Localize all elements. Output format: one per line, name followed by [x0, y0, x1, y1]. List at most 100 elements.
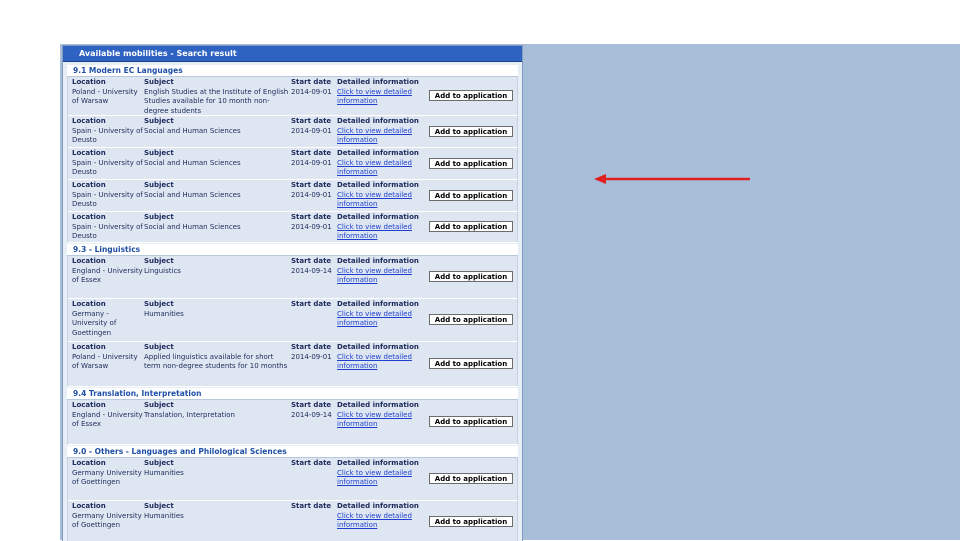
- subject-value: Social and Human Sciences: [144, 158, 241, 167]
- subject-cell: Subject Social and Human Sciences: [144, 149, 290, 168]
- window-title: Available mobilities - Search result: [63, 46, 522, 62]
- add-to-application-button[interactable]: Add to application: [429, 190, 513, 201]
- start-date-label: Start date: [291, 213, 332, 221]
- detail-cell: Detailed information Click to view detail…: [337, 257, 419, 286]
- start-date-cell: Start date 2014-09-01: [291, 343, 336, 362]
- category-section: 9.4 Translation, Interpretation Location E…: [67, 388, 518, 445]
- add-to-application-button[interactable]: Add to application: [429, 358, 513, 369]
- slide: Available mobilities - Search result 9.1…: [0, 0, 960, 541]
- view-details-link[interactable]: Click to view detailed information: [337, 159, 412, 177]
- subject-label: Subject: [144, 401, 174, 409]
- location-value: England - University of Essex: [72, 266, 143, 285]
- start-date-label: Start date: [291, 78, 332, 86]
- detail-cell: Detailed information Click to view detail…: [337, 181, 419, 210]
- category-heading: 9.1 Modern EC Languages: [67, 65, 518, 77]
- start-date-value: 2014-09-01: [291, 190, 332, 199]
- category-section: 9.1 Modern EC Languages Location Poland - …: [67, 65, 518, 243]
- view-details-link[interactable]: Click to view detailed information: [337, 88, 412, 106]
- view-details-link[interactable]: Click to view detailed information: [337, 512, 412, 530]
- detail-cell: Detailed information Click to view detail…: [337, 213, 419, 242]
- start-date-label: Start date: [291, 300, 332, 308]
- start-date-label: Start date: [291, 502, 332, 510]
- detail-label: Detailed information: [337, 78, 419, 86]
- add-to-application-button[interactable]: Add to application: [429, 221, 513, 232]
- view-details-link[interactable]: Click to view detailed information: [337, 191, 412, 209]
- start-date-cell: Start date 2014-09-14: [291, 401, 336, 420]
- start-date-cell: Start date 2014-09-01: [291, 181, 336, 200]
- detail-cell: Detailed information Click to view detail…: [337, 459, 419, 488]
- detail-label: Detailed information: [337, 149, 419, 157]
- add-to-application-button[interactable]: Add to application: [429, 473, 513, 484]
- add-to-application-button[interactable]: Add to application: [429, 271, 513, 282]
- subject-value: Social and Human Sciences: [144, 222, 241, 231]
- subject-value: Applied linguistics available for short …: [144, 352, 288, 371]
- detail-cell: Detailed information Click to view detail…: [337, 78, 419, 107]
- start-date-cell: Start date 2014-09-14: [291, 257, 336, 276]
- subject-cell: Subject Linguistics: [144, 257, 290, 276]
- location-cell: Location England - University of Essex: [72, 257, 144, 286]
- start-date-cell: Start date: [291, 459, 336, 469]
- location-label: Location: [72, 401, 106, 409]
- detail-cell: Detailed information Click to view detail…: [337, 401, 419, 430]
- location-value: Germany University of Goettingen: [72, 511, 142, 530]
- subject-value: Humanities: [144, 511, 184, 520]
- location-cell: Location Germany University of Goettingen: [72, 459, 144, 488]
- location-cell: Location Germany University of Goettingen: [72, 502, 144, 531]
- view-details-link[interactable]: Click to view detailed information: [337, 353, 412, 371]
- location-cell: Location Spain - University of Deusto: [72, 213, 144, 242]
- location-cell: Location Spain - University of Deusto: [72, 149, 144, 178]
- subject-label: Subject: [144, 502, 174, 510]
- subject-value: Humanities: [144, 468, 184, 477]
- subject-label: Subject: [144, 257, 174, 265]
- location-value: Spain - University of Deusto: [72, 126, 143, 145]
- detail-label: Detailed information: [337, 459, 419, 467]
- result-row: Location Spain - University of Deusto Subj…: [67, 212, 518, 243]
- location-label: Location: [72, 343, 106, 351]
- view-details-link[interactable]: Click to view detailed information: [337, 310, 412, 328]
- view-details-link[interactable]: Click to view detailed information: [337, 469, 412, 487]
- result-row: Location England - University of Essex Sub…: [67, 256, 518, 299]
- start-date-value: 2014-09-01: [291, 87, 332, 96]
- subject-cell: Subject Translation, Interpretation: [144, 401, 290, 420]
- subject-cell: Subject Social and Human Sciences: [144, 117, 290, 136]
- location-cell: Location Poland - University of Warsaw: [72, 343, 144, 372]
- location-label: Location: [72, 213, 106, 221]
- subject-label: Subject: [144, 181, 174, 189]
- category-heading: 9.3 - Linguistics: [67, 244, 518, 256]
- subject-label: Subject: [144, 117, 174, 125]
- subject-value: Translation, Interpretation: [144, 410, 235, 419]
- view-details-link[interactable]: Click to view detailed information: [337, 127, 412, 145]
- location-label: Location: [72, 78, 106, 86]
- add-to-application-button[interactable]: Add to application: [429, 516, 513, 527]
- subject-cell: Subject Humanities: [144, 459, 290, 478]
- start-date-cell: Start date 2014-09-01: [291, 149, 336, 168]
- start-date-cell: Start date: [291, 502, 336, 512]
- view-details-link[interactable]: Click to view detailed information: [337, 267, 412, 285]
- add-to-application-button[interactable]: Add to application: [429, 416, 513, 427]
- start-date-value: 2014-09-14: [291, 266, 332, 275]
- add-to-application-button[interactable]: Add to application: [429, 314, 513, 325]
- location-label: Location: [72, 502, 106, 510]
- detail-label: Detailed information: [337, 181, 419, 189]
- location-value: Spain - University of Deusto: [72, 190, 143, 209]
- add-to-application-button[interactable]: Add to application: [429, 90, 513, 101]
- category-section: 9.3 - Linguistics Location England - Unive…: [67, 244, 518, 387]
- result-row: Location Spain - University of Deusto Subj…: [67, 180, 518, 212]
- subject-value: Social and Human Sciences: [144, 190, 241, 199]
- detail-label: Detailed information: [337, 502, 419, 510]
- location-label: Location: [72, 181, 106, 189]
- location-cell: Location Germany - University of Goetting…: [72, 300, 144, 338]
- add-to-application-button[interactable]: Add to application: [429, 158, 513, 169]
- start-date-cell: Start date: [291, 300, 336, 310]
- subject-value: Humanities: [144, 309, 184, 318]
- view-details-link[interactable]: Click to view detailed information: [337, 411, 412, 429]
- subject-value: English Studies at the Institute of Engl…: [144, 87, 289, 115]
- detail-cell: Detailed information Click to view detail…: [337, 117, 419, 146]
- view-details-link[interactable]: Click to view detailed information: [337, 223, 412, 241]
- detail-label: Detailed information: [337, 300, 419, 308]
- start-date-value: 2014-09-01: [291, 222, 332, 231]
- start-date-value: 2014-09-01: [291, 126, 332, 135]
- location-label: Location: [72, 300, 106, 308]
- detail-label: Detailed information: [337, 343, 419, 351]
- add-to-application-button[interactable]: Add to application: [429, 126, 513, 137]
